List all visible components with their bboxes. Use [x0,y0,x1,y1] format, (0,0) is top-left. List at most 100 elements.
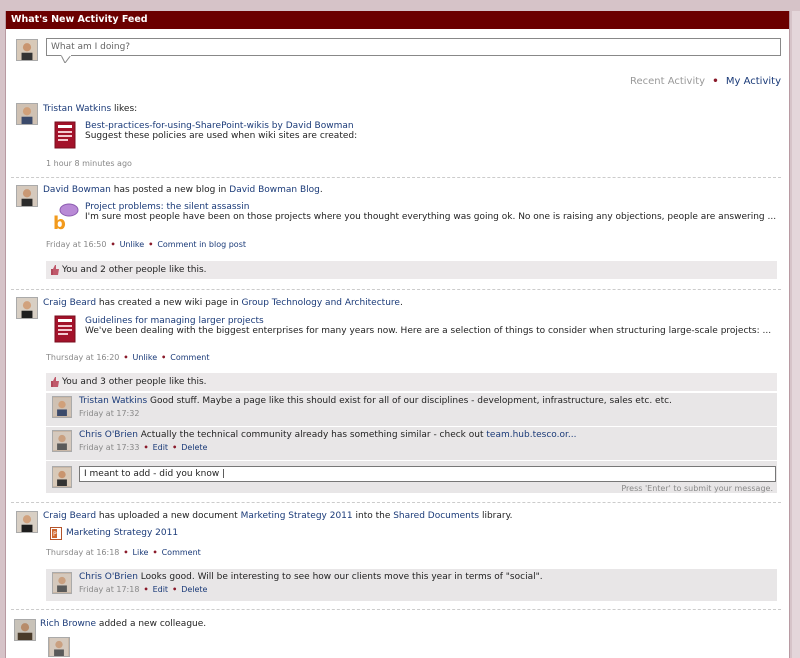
activity-action-3: library. [479,511,513,521]
comment-body: Looks good. Will be interesting to see h… [137,572,543,582]
divider [11,502,781,503]
comment-link[interactable]: Comment in blog post [157,240,246,249]
actor-link[interactable]: Rich Browne [40,619,96,629]
edit-link[interactable]: Edit [153,443,169,452]
comment-author-link[interactable]: Tristan Watkins [79,396,147,406]
divider [11,609,781,610]
comment-text: Chris O'Brien Actually the technical com… [79,430,576,440]
avatar [52,396,72,418]
likes-text: You and 3 other people like this. [62,377,207,387]
comment-author-link[interactable]: Chris O'Brien [79,572,138,582]
target-link[interactable]: Marketing Strategy 2011 [241,511,353,521]
current-user-avatar [52,466,72,488]
post-description: I'm sure most people have been on those … [85,212,777,222]
avatar [16,511,38,533]
avatar [16,185,38,207]
activity-action: likes: [111,104,138,114]
activity-action-2: into the [352,511,394,521]
actor-link[interactable]: Craig Beard [43,511,96,521]
period: . [319,185,323,195]
comment: Tristan Watkins Good stuff. Maybe a page… [46,392,777,426]
avatar [16,297,38,319]
likes-text: You and 2 other people like this. [62,265,207,275]
activity-action: has created a new wiki page in [96,298,242,308]
activity-header: Craig Beard has uploaded a new document … [43,511,513,521]
powerpoint-icon: P [50,527,62,540]
delete-link[interactable]: Delete [181,443,207,452]
activity-header: Rich Browne added a new colleague. [40,619,206,629]
comment: Chris O'Brien Actually the technical com… [46,426,777,460]
scrollbar[interactable] [792,11,800,658]
activity-time: Friday at 16:50 [46,240,107,249]
activity-meta: Thursday at 16:18 • Like • Comment [46,548,201,557]
comment-time: Friday at 17:32 [79,409,140,418]
unlike-link[interactable]: Unlike [120,240,145,249]
tab-recent-activity[interactable]: Recent Activity [630,76,705,87]
comment-meta: Friday at 17:33 • Edit • Delete [79,443,208,452]
reply-hint: Press 'Enter' to submit your message. [621,484,773,493]
comment-meta: Friday at 17:18 • Edit • Delete [79,585,208,594]
post-title-link[interactable]: Guidelines for managing larger projects [85,316,264,326]
activity-time: Thursday at 16:20 [46,353,120,362]
doc-title-link[interactable]: Best-practices-for-using-SharePoint-wiki… [85,121,354,131]
reply-box: I meant to add - did you know | Press 'E… [46,460,777,493]
likes-bar: You and 2 other people like this. [46,261,777,279]
feed-tabs: Recent Activity • My Activity [630,76,781,87]
activity-feed-panel: What's New Activity Feed What am I doing… [5,11,790,658]
divider [11,177,781,178]
unlike-link[interactable]: Unlike [133,353,158,362]
post-description: We've been dealing with the biggest ente… [85,326,772,336]
thumb-up-icon [51,377,59,387]
tab-separator: • [712,76,719,87]
activity-header: Tristan Watkins likes: [43,104,137,114]
comment-body: Good stuff. Maybe a page like this shoul… [147,396,672,406]
activity-time: 1 hour 8 minutes ago [46,159,132,168]
activity-action: has uploaded a new document [96,511,241,521]
like-link[interactable]: Like [133,548,149,557]
tab-my-activity[interactable]: My Activity [726,76,781,87]
comment-time: Friday at 17:33 [79,443,140,452]
feed-title: What's New Activity Feed [6,11,789,29]
avatar [52,430,72,452]
delete-link[interactable]: Delete [181,585,207,594]
actor-link[interactable]: Tristan Watkins [43,104,111,114]
blog-icon: b [53,203,79,232]
colleague-avatar[interactable] [48,637,70,657]
activity-time: Thursday at 16:18 [46,548,120,557]
bubble-tail-icon [61,55,71,63]
divider [11,289,781,290]
current-user-avatar [16,39,38,61]
wiki-page-icon [54,121,76,149]
svg-text:b: b [53,213,66,232]
comment-url-link[interactable]: team.hub.tesco.or... [486,430,576,440]
comment-link[interactable]: Comment [170,353,209,362]
comment-author-link[interactable]: Chris O'Brien [79,430,138,440]
period: . [399,298,403,308]
activity-action: added a new colleague. [96,619,207,629]
comment: Chris O'Brien Looks good. Will be intere… [46,569,777,601]
wiki-page-icon [54,315,76,343]
doc-title-link[interactable]: Marketing Strategy 2011 [66,528,178,538]
library-link[interactable]: Shared Documents [393,511,479,521]
comment-link[interactable]: Comment [162,548,201,557]
reply-input[interactable]: I meant to add - did you know | [79,466,776,482]
comment-time: Friday at 17:18 [79,585,140,594]
activity-header: Craig Beard has created a new wiki page … [43,298,403,308]
likes-bar: You and 3 other people like this. [46,373,777,391]
target-link[interactable]: Group Technology and Architecture [242,298,400,308]
avatar [16,103,38,125]
activity-action: has posted a new blog in [110,185,230,195]
actor-link[interactable]: David Bowman [43,185,111,195]
comment-text: Chris O'Brien Looks good. Will be intere… [79,572,543,582]
avatar [52,572,72,594]
comment-text: Tristan Watkins Good stuff. Maybe a page… [79,396,672,406]
avatar [14,619,36,641]
edit-link[interactable]: Edit [153,585,169,594]
activity-meta: Friday at 16:50 • Unlike • Comment in blog p… [46,240,246,249]
actor-link[interactable]: Craig Beard [43,298,96,308]
activity-header: David Bowman has posted a new blog in Da… [43,185,323,195]
status-input[interactable]: What am I doing? [46,38,781,56]
post-title-link[interactable]: Project problems: the silent assassin [85,202,249,212]
target-link[interactable]: David Bowman Blog [229,185,320,195]
thumb-up-icon [51,265,59,275]
